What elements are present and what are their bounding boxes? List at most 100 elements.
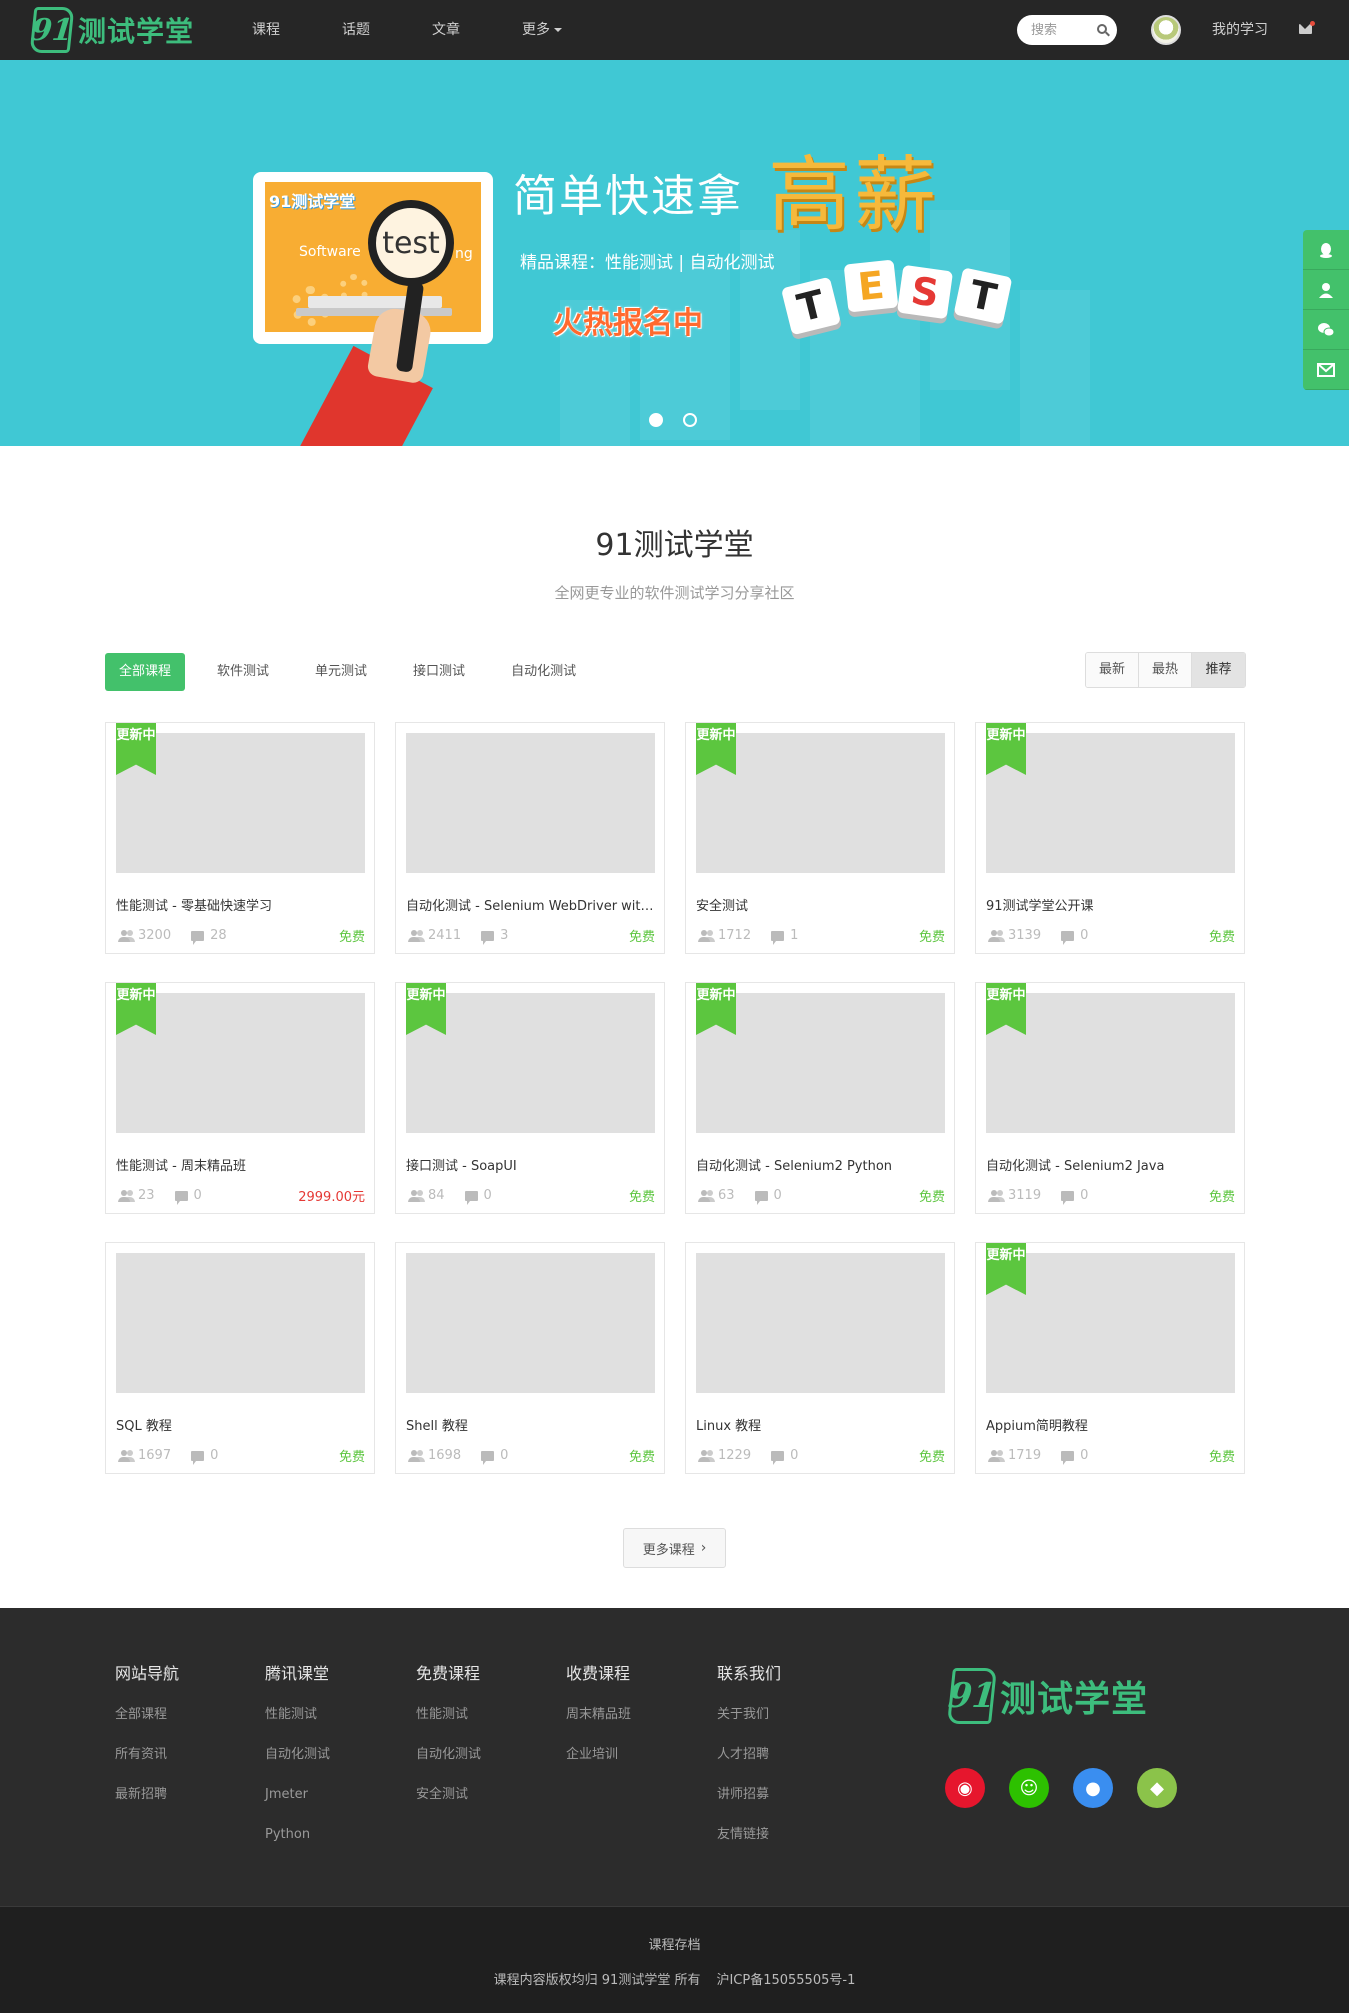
course-title[interactable]: 自动化测试 - Selenium2 Java <box>986 1155 1235 1174</box>
comment-icon <box>754 1190 768 1205</box>
lens-text: test <box>382 225 440 261</box>
site-logo[interactable]: 91 测试学堂 <box>29 6 194 54</box>
footer-link[interactable]: 性能测试 <box>416 1706 481 1746</box>
course-title[interactable]: Shell 教程 <box>406 1415 655 1434</box>
course-card[interactable]: 更新中 性能测试 - 零基础快速学习 3200 28 免费 <box>105 722 375 954</box>
tab-software-testing[interactable]: 软件测试 <box>203 653 283 691</box>
footer-link[interactable]: 讲师招募 <box>717 1786 781 1826</box>
course-card[interactable]: Shell 教程 1698 0 免费 <box>395 1242 665 1474</box>
student-count: 84 <box>428 1188 445 1203</box>
footer-link[interactable]: Python <box>265 1826 330 1866</box>
footer-link[interactable]: 性能测试 <box>265 1706 330 1746</box>
course-card[interactable]: 更新中 自动化测试 - Selenium2 Java 3119 0 免费 <box>975 982 1245 1214</box>
footer-link[interactable]: 自动化测试 <box>265 1746 330 1786</box>
support-button[interactable] <box>1303 270 1349 310</box>
course-title[interactable]: 91测试学堂公开课 <box>986 895 1235 914</box>
wechat-icon[interactable]: ☺ <box>1009 1768 1049 1808</box>
apple-icon[interactable]: ● <box>1073 1768 1113 1808</box>
course-meta: 1697 0 免费 <box>116 1446 365 1465</box>
carousel-dot-2[interactable] <box>683 413 697 427</box>
footer-link[interactable]: 安全测试 <box>416 1786 481 1826</box>
footer-link[interactable]: 企业培训 <box>566 1746 631 1786</box>
nav-item-articles[interactable]: 文章 <box>432 0 460 60</box>
comment-count: 0 <box>790 1448 799 1463</box>
course-title[interactable]: 自动化测试 - Selenium2 Python <box>696 1155 945 1174</box>
course-price: 免费 <box>1208 930 1235 945</box>
banner-subline: 精品课程：性能测试 | 自动化测试 <box>520 253 775 273</box>
footer-link[interactable]: 友情链接 <box>717 1826 781 1866</box>
course-title[interactable]: 自动化测试 - Selenium WebDriver wit… <box>406 895 655 914</box>
icp-link[interactable]: 沪ICP备15055505号-1 <box>716 1973 855 1988</box>
students-icon <box>986 1449 1004 1462</box>
user-avatar[interactable] <box>1151 15 1181 45</box>
sort-hottest-button[interactable]: 最热 <box>1139 653 1192 687</box>
footer-logo[interactable]: 91 测试学堂 <box>946 1668 1148 1724</box>
tab-api-testing[interactable]: 接口测试 <box>399 653 479 691</box>
comment-count: 1 <box>790 928 799 943</box>
mail-button[interactable] <box>1303 350 1349 390</box>
course-thumbnail[interactable] <box>696 1253 945 1393</box>
archive-link[interactable]: 课程存档 <box>0 1934 1349 1953</box>
course-title[interactable]: Linux 教程 <box>696 1415 945 1434</box>
footer-link[interactable]: 关于我们 <box>717 1706 781 1746</box>
footer-link[interactable]: 最新招聘 <box>115 1786 179 1826</box>
carousel-dot-1[interactable] <box>649 413 663 427</box>
tab-automation-testing[interactable]: 自动化测试 <box>497 653 590 691</box>
course-card[interactable]: SQL 教程 1697 0 免费 <box>105 1242 375 1474</box>
hero-banner[interactable]: 91测试学堂 Software test ng 简单快速拿 高薪 精品课程：性能… <box>0 60 1349 446</box>
course-title[interactable]: 性能测试 - 零基础快速学习 <box>116 895 365 914</box>
android-icon[interactable]: ◆ <box>1137 1768 1177 1808</box>
footer-link[interactable]: 人才招聘 <box>717 1746 781 1786</box>
course-title[interactable]: SQL 教程 <box>116 1415 365 1434</box>
course-meta: 63 0 免费 <box>696 1186 945 1205</box>
course-title[interactable]: 接口测试 - SoapUI <box>406 1155 655 1174</box>
chevron-right-icon: › <box>700 1540 707 1556</box>
course-thumbnail[interactable] <box>406 733 655 873</box>
sort-latest-button[interactable]: 最新 <box>1086 653 1139 687</box>
my-study-link[interactable]: 我的学习 <box>1212 0 1268 60</box>
tab-unit-testing[interactable]: 单元测试 <box>301 653 381 691</box>
course-card[interactable]: 更新中 91测试学堂公开课 3139 0 免费 <box>975 722 1245 954</box>
sort-recommended-button[interactable]: 推荐 <box>1192 653 1245 687</box>
footer-column-title: 免费课程 <box>416 1664 481 1683</box>
nav-item-courses[interactable]: 课程 <box>252 0 280 60</box>
weibo-icon[interactable]: ◉ <box>945 1768 985 1808</box>
footer-link[interactable]: 周末精品班 <box>566 1706 631 1746</box>
footer-link[interactable]: Jmeter <box>265 1786 330 1826</box>
footer-link[interactable]: 全部课程 <box>115 1706 179 1746</box>
footer-link[interactable]: 所有资讯 <box>115 1746 179 1786</box>
footer-link[interactable]: 自动化测试 <box>416 1746 481 1786</box>
students-icon <box>696 1449 714 1462</box>
course-title[interactable]: 安全测试 <box>696 895 945 914</box>
support-icon <box>1319 282 1333 298</box>
more-courses-button[interactable]: 更多课程 › <box>623 1528 726 1568</box>
social-links: ◉ ☺ ● ◆ <box>945 1768 1201 1808</box>
qq-button[interactable] <box>1303 230 1349 270</box>
student-count: 1698 <box>428 1448 462 1463</box>
nav-item-topics[interactable]: 话题 <box>342 0 370 60</box>
students-icon <box>986 1189 1004 1202</box>
course-card[interactable]: 更新中 性能测试 - 周末精品班 23 0 2999.00元 <box>105 982 375 1214</box>
course-thumbnail[interactable] <box>116 1253 365 1393</box>
course-thumbnail[interactable] <box>406 1253 655 1393</box>
course-card[interactable]: 更新中 安全测试 1712 1 免费 <box>685 722 955 954</box>
copyright-bar: 课程存档 课程内容版权均归 91测试学堂 所有 沪ICP备15055505号-1 <box>0 1906 1349 2013</box>
tab-all-courses[interactable]: 全部课程 <box>105 653 186 691</box>
course-title[interactable]: 性能测试 - 周末精品班 <box>116 1155 365 1174</box>
search-input[interactable] <box>1031 15 1101 45</box>
search-icon[interactable] <box>1097 24 1107 34</box>
banner-headline-big: 高薪 <box>768 148 941 243</box>
comment-icon <box>191 1450 205 1465</box>
course-card[interactable]: 自动化测试 - Selenium WebDriver wit… 2411 3 免费 <box>395 722 665 954</box>
footer: 网站导航 全部课程 所有资讯 最新招聘 腾讯课堂 性能测试 自动化测试 Jmeter Pytho… <box>0 1608 1349 1906</box>
course-card[interactable]: Linux 教程 1229 0 免费 <box>685 1242 955 1474</box>
course-card[interactable]: 更新中 Appium简明教程 1719 0 免费 <box>975 1242 1245 1474</box>
wechat-button[interactable] <box>1303 310 1349 350</box>
nav-item-more[interactable]: 更多 <box>522 0 562 60</box>
notification-mail-icon[interactable] <box>1299 21 1315 34</box>
screen-word: Software <box>299 244 361 260</box>
course-card[interactable]: 更新中 自动化测试 - Selenium2 Python 63 0 免费 <box>685 982 955 1214</box>
course-card[interactable]: 更新中 接口测试 - SoapUI 84 0 免费 <box>395 982 665 1214</box>
footer-column-title: 腾讯课堂 <box>265 1664 330 1683</box>
course-title[interactable]: Appium简明教程 <box>986 1415 1235 1434</box>
